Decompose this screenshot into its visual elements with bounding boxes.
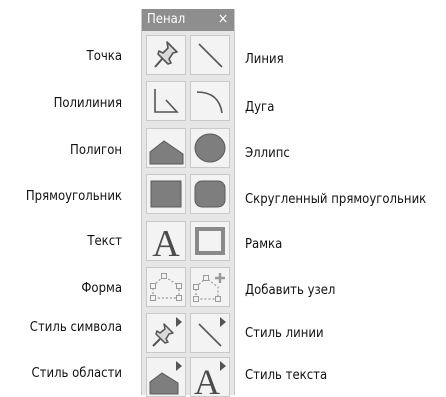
text-style-icon: A [194,361,226,396]
svg-text:A: A [152,223,180,260]
region-style-icon [149,361,182,395]
add-node-tool-label: Добавить узел [245,283,336,298]
polyline-tool-button[interactable] [146,81,186,121]
polygon-icon [149,140,184,165]
text-tool-label: Текст [87,234,122,249]
add-node-tool-button[interactable] [190,267,230,307]
rounded-rectangle-tool-label: Скругленный прямоугольник [245,192,427,207]
line-style-tool-label: Стиль линии [245,326,324,341]
arc-tool-button[interactable] [190,81,230,121]
palette-titlebar[interactable]: Пенал × [142,9,234,31]
text-style-tool-label: Стиль текста [245,368,328,383]
polyline-icon [154,89,179,113]
arc-icon [196,91,223,114]
text-tool-button[interactable]: A [146,221,186,261]
symbol-style-icon [152,317,182,347]
palette-title: Пенал [147,12,186,27]
text-a-icon: A [152,223,180,260]
line-icon [198,43,223,68]
polyline-tool-label: Полилиния [53,96,122,111]
point-tool-label: Точка [86,49,122,64]
add-node-icon [193,273,225,302]
line-tool-label: Линия [245,52,284,67]
ellipse-icon [194,133,226,163]
frame-tool-button[interactable] [190,221,230,261]
polygon-tool-button[interactable] [146,128,186,168]
frame-tool-label: Рамка [245,237,283,252]
rectangle-tool-label: Прямоугольник [25,189,122,204]
region-style-tool-button[interactable] [146,357,186,397]
toolbox-palette: Пенал × A A [141,9,235,397]
reshape-nodes-icon [150,273,182,301]
rounded-rectangle-icon [194,180,226,208]
line-style-icon [198,317,226,347]
point-tool-button[interactable] [146,35,186,75]
region-style-tool-label: Стиль области [31,366,122,381]
symbol-style-tool-button[interactable] [146,313,186,353]
line-style-tool-button[interactable] [190,313,230,353]
ellipse-tool-label: Эллипс [245,146,290,161]
svg-text:A: A [194,362,220,396]
frame-icon [195,227,225,255]
rectangle-tool-button[interactable] [146,174,186,214]
pushpin-icon [154,41,178,68]
reshape-tool-button[interactable] [146,267,186,307]
reshape-tool-label: Форма [81,281,122,296]
close-button[interactable]: × [215,10,231,28]
line-tool-button[interactable] [190,35,230,75]
text-style-tool-button[interactable]: A [190,357,230,397]
polygon-tool-label: Полигон [70,143,122,158]
symbol-style-tool-label: Стиль символа [29,320,122,335]
rectangle-icon [150,180,182,208]
arc-tool-label: Дуга [245,100,275,115]
rounded-rectangle-tool-button[interactable] [190,174,230,214]
ellipse-tool-button[interactable] [190,128,230,168]
